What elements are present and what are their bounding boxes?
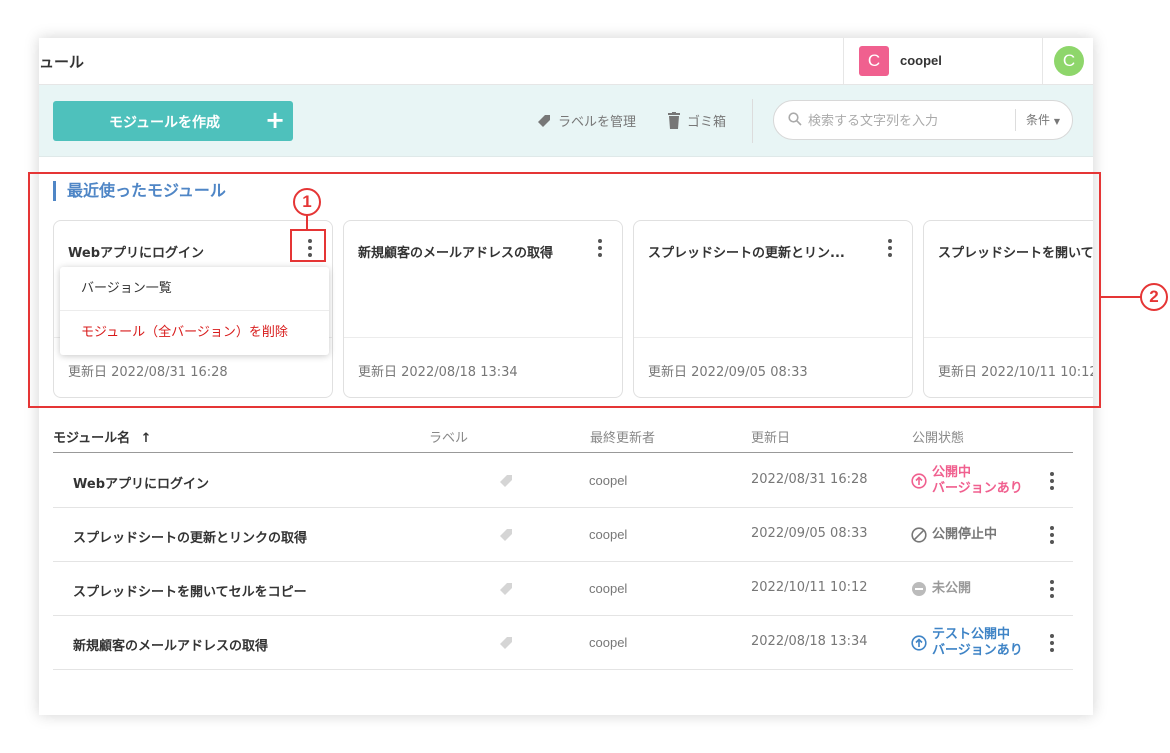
account-avatar[interactable]: C — [1054, 46, 1084, 76]
annotation-leader-line — [1101, 296, 1141, 298]
plus-icon: + — [265, 106, 286, 134]
label-edit-button[interactable] — [498, 527, 514, 547]
caret-down-icon: ▼ — [1053, 117, 1060, 126]
search-icon — [788, 112, 802, 126]
column-name-label: モジュール名 — [53, 431, 131, 446]
row-menu-button[interactable] — [1045, 632, 1059, 654]
annotation-leader-line — [306, 214, 308, 230]
tag-icon — [500, 637, 512, 649]
status-text: 公開停止中 — [932, 527, 998, 542]
column-header-label[interactable]: ラベル — [429, 427, 468, 446]
label-edit-button[interactable] — [498, 581, 514, 601]
tag-icon — [500, 475, 512, 487]
module-name: Webアプリにログイン — [73, 477, 209, 492]
last-updater: coopel — [589, 581, 628, 596]
column-header-status[interactable]: 公開状態 — [912, 427, 964, 446]
annotation-marker-2: 2 — [1140, 283, 1168, 311]
table-row[interactable]: Webアプリにログイン coopel 2022/08/31 16:28 公開中バ… — [53, 454, 1073, 508]
condition-label: 条件 — [1026, 113, 1051, 127]
table-row[interactable]: スプレッドシートを開いてセルをコピー coopel 2022/10/11 10:… — [53, 562, 1073, 616]
trash-label: ゴミ箱 — [687, 115, 727, 130]
updated-date: 2022/08/18 13:34 — [751, 634, 868, 649]
more-vert-icon — [1045, 632, 1059, 654]
annotation-marker-1: 1 — [293, 188, 321, 216]
status-text: テスト公開中 — [932, 627, 1011, 642]
prohibited-icon — [911, 527, 927, 543]
updated-date: 2022/10/11 10:12 — [751, 580, 868, 595]
annotation-box-recent — [28, 172, 1101, 408]
sort-arrow-icon: ↑ — [140, 431, 152, 446]
last-updater: coopel — [589, 635, 628, 650]
label-edit-button[interactable] — [498, 473, 514, 493]
status-badge: 未公開 — [911, 562, 971, 616]
module-name: スプレッドシートの更新とリンクの取得 — [73, 531, 308, 546]
table-row[interactable]: 新規顧客のメールアドレスの取得 coopel 2022/08/18 13:34 … — [53, 616, 1073, 670]
top-bar: ュール C coopel C — [39, 38, 1093, 85]
tag-icon — [500, 529, 512, 541]
search-input[interactable] — [808, 111, 1008, 131]
last-updater: coopel — [589, 527, 628, 542]
toolbar-divider — [752, 99, 753, 143]
column-header-name[interactable]: モジュール名 ↑ — [53, 427, 152, 446]
column-header-date[interactable]: 更新日 — [751, 427, 790, 446]
create-module-button[interactable]: モジュールを作成 + — [53, 101, 293, 141]
user-menu[interactable]: C coopel — [843, 38, 1043, 85]
updated-date: 2022/08/31 16:28 — [751, 472, 868, 487]
more-vert-icon — [1045, 578, 1059, 600]
more-vert-icon — [1045, 524, 1059, 546]
user-avatar: C — [859, 46, 889, 76]
row-menu-button[interactable] — [1045, 470, 1059, 492]
manage-labels-link[interactable]: ラベルを管理 — [536, 111, 636, 130]
search-box: 条件 ▼ — [773, 100, 1073, 140]
status-subtext: バージョンあり — [932, 643, 1023, 658]
status-text: 公開中 — [932, 465, 972, 480]
publish-up-icon — [911, 473, 927, 489]
row-menu-button[interactable] — [1045, 578, 1059, 600]
user-name: coopel — [900, 53, 942, 68]
manage-labels-label: ラベルを管理 — [558, 115, 637, 130]
last-updater: coopel — [589, 473, 628, 488]
module-name: スプレッドシートを開いてセルをコピー — [73, 585, 307, 600]
status-badge: 公開停止中 — [911, 508, 997, 562]
more-vert-icon — [1045, 470, 1059, 492]
column-header-updater[interactable]: 最終更新者 — [590, 427, 655, 446]
table-header: モジュール名 ↑ ラベル 最終更新者 更新日 公開状態 — [53, 425, 1073, 453]
status-subtext: バージョンあり — [932, 481, 1023, 496]
status-badge: 公開中 バージョンあり — [911, 454, 1023, 508]
status-text: 未公開 — [932, 581, 972, 596]
publish-up-icon — [911, 635, 927, 651]
status-badge: テスト公開中 バージョンあり — [911, 616, 1023, 670]
condition-dropdown[interactable]: 条件 ▼ — [1015, 109, 1060, 131]
create-module-label: モジュールを作成 — [109, 115, 221, 131]
tag-icon — [538, 114, 550, 127]
module-name: 新規顧客のメールアドレスの取得 — [73, 639, 269, 654]
annotation-box-menu — [290, 229, 326, 262]
minus-circle-icon — [912, 582, 926, 596]
trash-link[interactable]: ゴミ箱 — [667, 111, 726, 130]
table-row[interactable]: スプレッドシートの更新とリンクの取得 coopel 2022/09/05 08:… — [53, 508, 1073, 562]
page-title: ュール — [39, 53, 85, 71]
row-menu-button[interactable] — [1045, 524, 1059, 546]
tag-icon — [500, 583, 512, 595]
label-edit-button[interactable] — [498, 635, 514, 655]
trash-icon — [668, 111, 680, 129]
updated-date: 2022/09/05 08:33 — [751, 526, 868, 541]
toolbar: モジュールを作成 + ラベルを管理 ゴミ箱 条件 ▼ — [39, 85, 1093, 157]
